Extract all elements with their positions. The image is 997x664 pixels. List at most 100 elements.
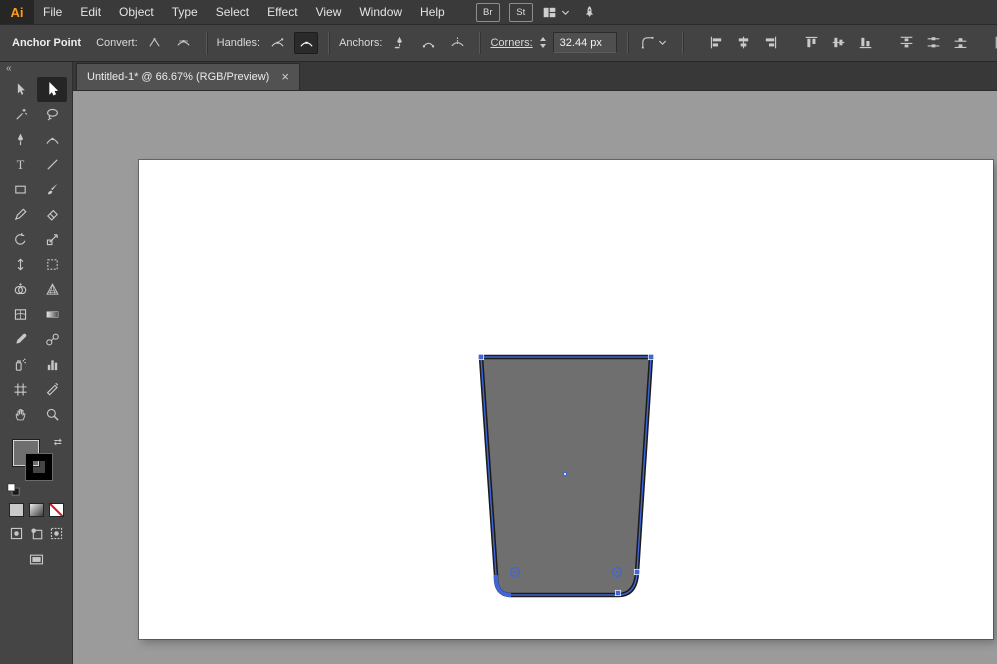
align-right-button[interactable]: [759, 32, 783, 54]
menu-item-window[interactable]: Window: [350, 0, 411, 24]
connect-anchors-button[interactable]: [416, 32, 440, 54]
anchor-point: [615, 590, 620, 595]
hide-handles-button[interactable]: [294, 32, 318, 54]
stock-button[interactable]: St: [509, 3, 533, 22]
menu-item-help[interactable]: Help: [411, 0, 454, 24]
align-bottom-button[interactable]: [854, 32, 878, 54]
convert-to-smooth-button[interactable]: [172, 32, 196, 54]
show-handles-button[interactable]: [265, 32, 289, 54]
align-right-icon: [763, 35, 778, 50]
none-button[interactable]: [49, 503, 64, 517]
close-icon[interactable]: ×: [281, 72, 289, 82]
convert-to-corner-button[interactable]: [143, 32, 167, 54]
corners-link[interactable]: Corners:: [490, 37, 532, 49]
rotate-tool-button[interactable]: [5, 227, 35, 252]
stepper-down-icon[interactable]: [540, 44, 546, 48]
menu-bar: Ai FileEditObjectTypeSelectEffectViewWin…: [0, 0, 997, 25]
draw-behind-button[interactable]: [29, 526, 44, 541]
slice-tool-button[interactable]: [37, 377, 67, 402]
remove-anchor-button[interactable]: [387, 32, 411, 54]
magic-wand-tool-button[interactable]: [5, 102, 35, 127]
pen-tool-button[interactable]: [5, 127, 35, 152]
perspective-grid-tool-button[interactable]: [37, 277, 67, 302]
arrange-documents-icon: [542, 5, 557, 20]
menu-item-effect[interactable]: Effect: [258, 0, 306, 24]
menu-item-edit[interactable]: Edit: [71, 0, 110, 24]
corner-radius-input[interactable]: 32.44 px: [553, 32, 617, 53]
distribute-bottom-button[interactable]: [949, 32, 973, 54]
gradient-tool-button[interactable]: [37, 302, 67, 327]
line-segment-tool-button[interactable]: [37, 152, 67, 177]
context-label: Anchor Point: [12, 37, 81, 49]
shaper-tool-icon: [13, 207, 28, 222]
menu-item-object[interactable]: Object: [110, 0, 163, 24]
lasso-tool-button[interactable]: [37, 102, 67, 127]
document-tab-bar: Untitled-1* @ 66.67% (RGB/Preview) ×: [72, 61, 997, 91]
scale-tool-button[interactable]: [37, 227, 67, 252]
rectangle-tool-button[interactable]: [5, 177, 35, 202]
symbol-sprayer-tool-button[interactable]: [5, 352, 35, 377]
chevron-down-icon: [655, 35, 670, 50]
eraser-tool-button[interactable]: [37, 202, 67, 227]
align-top-button[interactable]: [800, 32, 824, 54]
collapse-panel-icon[interactable]: «: [0, 61, 11, 75]
column-graph-tool-button[interactable]: [37, 352, 67, 377]
selected-shape[interactable]: [72, 90, 997, 664]
selection-tool-button[interactable]: [5, 77, 35, 102]
shape-builder-tool-button[interactable]: [5, 277, 35, 302]
cut-path-button[interactable]: [445, 32, 469, 54]
align-bottom-icon: [858, 35, 873, 50]
eyedropper-tool-button[interactable]: [5, 327, 35, 352]
corner-radius-stepper[interactable]: [540, 37, 546, 48]
draw-normal-button[interactable]: [9, 526, 24, 541]
gpu-performance-button[interactable]: [582, 5, 597, 20]
mesh-tool-button[interactable]: [5, 302, 35, 327]
gradient-button[interactable]: [29, 503, 44, 517]
align-left-button[interactable]: [705, 32, 729, 54]
mesh-tool-icon: [13, 307, 28, 322]
document-tab[interactable]: Untitled-1* @ 66.67% (RGB/Preview) ×: [76, 63, 300, 90]
menu-item-type[interactable]: Type: [163, 0, 207, 24]
zoom-tool-button[interactable]: [37, 402, 67, 427]
corner-options-button[interactable]: [638, 32, 672, 54]
menu-item-file[interactable]: File: [34, 0, 71, 24]
screen-mode-button[interactable]: [29, 552, 44, 567]
stepper-up-icon[interactable]: [540, 37, 546, 41]
color-button[interactable]: [9, 503, 24, 517]
appbar-buttons: Br St: [476, 3, 597, 22]
menu-item-view[interactable]: View: [307, 0, 351, 24]
draw-inside-button[interactable]: [49, 526, 64, 541]
blend-tool-button[interactable]: [37, 327, 67, 352]
artboard-tool-button[interactable]: [5, 377, 35, 402]
align-horizontal-center-button[interactable]: [732, 32, 756, 54]
bridge-button[interactable]: Br: [476, 3, 500, 22]
separator: [682, 32, 683, 54]
eyedropper-tool-icon: [13, 332, 28, 347]
arrange-documents-button[interactable]: [542, 5, 573, 20]
stroke-swatch[interactable]: [26, 454, 52, 480]
distribute-vertical-center-button[interactable]: [922, 32, 946, 54]
shaper-tool-button[interactable]: [5, 202, 35, 227]
curvature-tool-button[interactable]: [37, 127, 67, 152]
canvas[interactable]: [72, 90, 997, 664]
default-fill-stroke-icon[interactable]: [6, 482, 21, 497]
remove-anchor-icon: [392, 35, 407, 50]
width-tool-button[interactable]: [5, 252, 35, 277]
separator: [627, 32, 628, 54]
free-transform-tool-button[interactable]: [37, 252, 67, 277]
distribute-left-button[interactable]: [990, 32, 997, 54]
svg-text:T: T: [16, 158, 24, 172]
direct-selection-tool-button[interactable]: [37, 77, 67, 102]
magic-wand-tool-icon: [13, 107, 28, 122]
hand-tool-button[interactable]: [5, 402, 35, 427]
paintbrush-tool-button[interactable]: [37, 177, 67, 202]
type-tool-icon: T: [13, 157, 28, 172]
type-tool-button[interactable]: T: [5, 152, 35, 177]
lasso-tool-icon: [45, 107, 60, 122]
distribute-top-button[interactable]: [895, 32, 919, 54]
distribute-top-icon: [899, 35, 914, 50]
line-segment-tool-icon: [45, 157, 60, 172]
menu-item-select[interactable]: Select: [207, 0, 258, 24]
align-vertical-center-button[interactable]: [827, 32, 851, 54]
swap-fill-stroke-icon[interactable]: ⇄: [54, 437, 62, 448]
